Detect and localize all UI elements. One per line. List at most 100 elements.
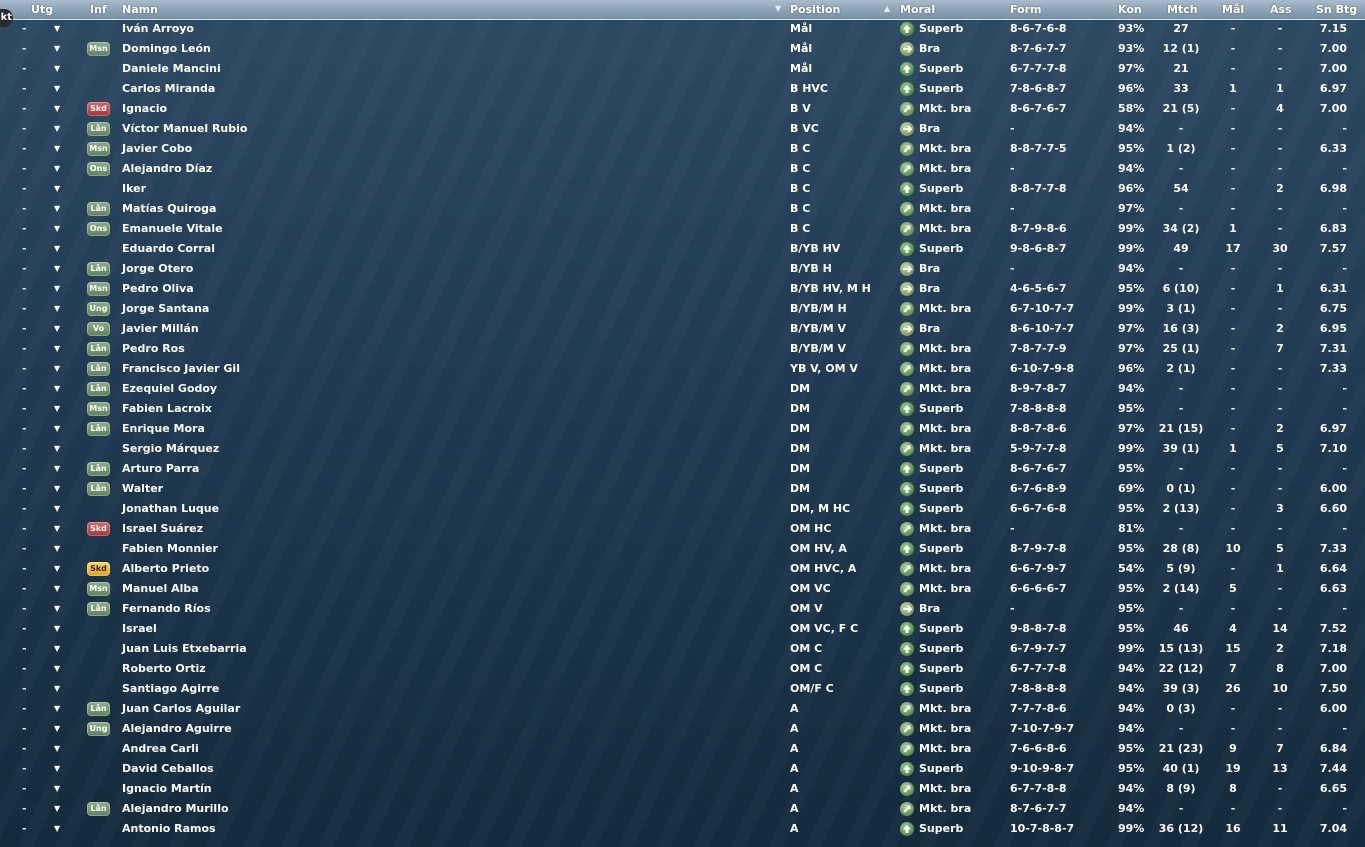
table-row[interactable]: - ▼ Msn Javier Cobo B C Mkt. bra 8-8-7-7-5 95% 1…: [0, 139, 1365, 159]
player-name[interactable]: Jorge Otero: [122, 259, 193, 279]
column-header-snbtg[interactable]: Sn Btg: [1316, 0, 1357, 19]
column-header-inf[interactable]: Inf: [90, 0, 107, 19]
info-badge[interactable]: Ung: [87, 722, 110, 736]
row-menu-dropdown-icon[interactable]: ▼: [54, 419, 60, 439]
table-row[interactable]: - ▼ Lån Víctor Manuel Rubio B VC Bra - 94% - - - -: [0, 119, 1365, 139]
table-row[interactable]: - ▼ Lån Ezequiel Godoy DM Mkt. bra 8-9-7-8-7 94…: [0, 379, 1365, 399]
row-menu-dropdown-icon[interactable]: ▼: [54, 219, 60, 239]
table-row[interactable]: - ▼ Lån Francisco Javier Gil YB V, OM V Mkt. …: [0, 359, 1365, 379]
table-row[interactable]: - ▼ Ung Alejandro Aguirre A Mkt. bra 7-10-7-9-…: [0, 719, 1365, 739]
table-row[interactable]: - ▼ Roberto Ortiz OM C Superb 6-7-7-7-8 94% 22 …: [0, 659, 1365, 679]
info-badge[interactable]: Lån: [87, 362, 110, 376]
table-row[interactable]: - ▼ Ons Emanuele Vitale B C Mkt. bra 8-7-9-8-6…: [0, 219, 1365, 239]
row-menu-dropdown-icon[interactable]: ▼: [54, 99, 60, 119]
table-row[interactable]: - ▼ Ung Jorge Santana B/YB/M H Mkt. bra 6-7-10…: [0, 299, 1365, 319]
table-row[interactable]: - ▼ Vo Javier Millán B/YB/M V Bra 8-6-10-7-7 97…: [0, 319, 1365, 339]
row-menu-dropdown-icon[interactable]: ▼: [54, 399, 60, 419]
row-menu-dropdown-icon[interactable]: ▼: [54, 619, 60, 639]
info-badge[interactable]: Lån: [87, 342, 110, 356]
row-menu-dropdown-icon[interactable]: ▼: [54, 239, 60, 259]
row-menu-dropdown-icon[interactable]: ▼: [54, 759, 60, 779]
player-name[interactable]: Eduardo Corral: [122, 239, 215, 259]
row-menu-dropdown-icon[interactable]: ▼: [54, 519, 60, 539]
table-row[interactable]: - ▼ Msn Domingo León Mål Bra 8-7-6-7-7 93% 12 (1…: [0, 39, 1365, 59]
row-menu-dropdown-icon[interactable]: ▼: [54, 19, 60, 39]
column-header-mtch[interactable]: Mtch: [1167, 0, 1198, 19]
row-menu-dropdown-icon[interactable]: ▼: [54, 639, 60, 659]
player-name[interactable]: Roberto Ortiz: [122, 659, 206, 679]
table-row[interactable]: - ▼ Skd Ignacio B V Mkt. bra 8-6-7-6-7 58% 21 (5…: [0, 99, 1365, 119]
row-menu-dropdown-icon[interactable]: ▼: [54, 459, 60, 479]
table-row[interactable]: - ▼ Msn Fabien Lacroix DM Superb 7-8-8-8-8 95% -…: [0, 399, 1365, 419]
player-name[interactable]: Pedro Ros: [122, 339, 185, 359]
table-row[interactable]: - ▼ Iker B C Superb 8-8-7-7-8 96% 54 - 2 6.98: [0, 179, 1365, 199]
row-menu-dropdown-icon[interactable]: ▼: [54, 259, 60, 279]
table-row[interactable]: - ▼ Antonio Ramos A Superb 10-7-8-8-7 99% 36 (1…: [0, 819, 1365, 839]
player-name[interactable]: Jonathan Luque: [122, 499, 219, 519]
player-name[interactable]: Iker: [122, 179, 146, 199]
table-row[interactable]: - ▼ Lån Pedro Ros B/YB/M V Mkt. bra 7-8-7-7-9 9…: [0, 339, 1365, 359]
table-row[interactable]: - ▼ Daniele Mancini Mål Superb 6-7-7-7-8 97% 21…: [0, 59, 1365, 79]
table-row[interactable]: - ▼ Fabien Monnier OM HV, A Superb 8-7-9-7-8 9…: [0, 539, 1365, 559]
info-badge[interactable]: Msn: [87, 282, 110, 296]
table-row[interactable]: - ▼ Skd Alberto Prieto OM HVC, A Mkt. bra 6-6-…: [0, 559, 1365, 579]
table-row[interactable]: - ▼ Juan Luis Etxebarria OM C Superb 6-7-9-7-…: [0, 639, 1365, 659]
column-header-kon[interactable]: Kon: [1118, 0, 1142, 19]
column-header-moral[interactable]: Moral: [900, 0, 935, 19]
player-name[interactable]: Francisco Javier Gil: [122, 359, 240, 379]
column-header-ass[interactable]: Ass: [1270, 0, 1292, 19]
table-row[interactable]: - ▼ Jonathan Luque DM, M HC Superb 6-6-7-6-8 9…: [0, 499, 1365, 519]
table-row[interactable]: - ▼ Carlos Miranda B HVC Superb 7-8-6-8-7 96% 3…: [0, 79, 1365, 99]
row-menu-dropdown-icon[interactable]: ▼: [54, 699, 60, 719]
player-name[interactable]: Emanuele Vitale: [122, 219, 223, 239]
table-row[interactable]: - ▼ Andrea Carli A Mkt. bra 7-6-6-8-6 95% 21 (2…: [0, 739, 1365, 759]
table-row[interactable]: - ▼ Skd Israel Suárez OM HC Mkt. bra - 81% - - - -: [0, 519, 1365, 539]
row-menu-dropdown-icon[interactable]: ▼: [54, 599, 60, 619]
player-name[interactable]: Alejandro Díaz: [122, 159, 212, 179]
player-name[interactable]: Carlos Miranda: [122, 79, 215, 99]
table-row[interactable]: - ▼ Sergio Márquez DM Mkt. bra 5-9-7-7-8 99% 39…: [0, 439, 1365, 459]
info-badge[interactable]: Lån: [87, 262, 110, 276]
row-menu-dropdown-icon[interactable]: ▼: [54, 799, 60, 819]
row-menu-dropdown-icon[interactable]: ▼: [54, 379, 60, 399]
row-menu-dropdown-icon[interactable]: ▼: [54, 499, 60, 519]
player-name[interactable]: Alejandro Murillo: [122, 799, 229, 819]
info-badge[interactable]: Msn: [87, 142, 110, 156]
player-name[interactable]: Fabien Lacroix: [122, 399, 212, 419]
row-menu-dropdown-icon[interactable]: ▼: [54, 119, 60, 139]
row-menu-dropdown-icon[interactable]: ▼: [54, 299, 60, 319]
row-menu-dropdown-icon[interactable]: ▼: [54, 359, 60, 379]
player-name[interactable]: Arturo Parra: [122, 459, 199, 479]
table-row[interactable]: - ▼ Lån Walter DM Superb 6-7-6-8-9 69% 0 (1) - - 6.…: [0, 479, 1365, 499]
row-menu-dropdown-icon[interactable]: ▼: [54, 319, 60, 339]
player-name[interactable]: David Ceballos: [122, 759, 214, 779]
player-name[interactable]: Juan Carlos Aguilar: [122, 699, 240, 719]
table-row[interactable]: - ▼ Lån Arturo Parra DM Superb 8-6-7-6-7 95% - - -…: [0, 459, 1365, 479]
table-row[interactable]: - ▼ Israel OM VC, F C Superb 9-8-8-7-8 95% 46 4 1…: [0, 619, 1365, 639]
player-name[interactable]: Sergio Márquez: [122, 439, 219, 459]
info-badge[interactable]: Lån: [87, 602, 110, 616]
table-row[interactable]: - ▼ Eduardo Corral B/YB HV Superb 9-8-6-8-7 99…: [0, 239, 1365, 259]
player-name[interactable]: Matías Quiroga: [122, 199, 216, 219]
player-name[interactable]: Juan Luis Etxebarria: [122, 639, 247, 659]
table-row[interactable]: - ▼ Lån Matías Quiroga B C Mkt. bra - 97% - - - -: [0, 199, 1365, 219]
player-name[interactable]: Ignacio Martín: [122, 779, 212, 799]
table-row[interactable]: - ▼ Santiago Agirre OM/F C Superb 7-8-8-8-8 94…: [0, 679, 1365, 699]
info-badge[interactable]: Lån: [87, 122, 110, 136]
info-badge[interactable]: Skd: [87, 562, 110, 576]
info-badge[interactable]: Ung: [87, 302, 110, 316]
player-name[interactable]: Alberto Prieto: [122, 559, 209, 579]
info-badge[interactable]: Lån: [87, 202, 110, 216]
row-menu-dropdown-icon[interactable]: ▼: [54, 559, 60, 579]
player-name[interactable]: Santiago Agirre: [122, 679, 219, 699]
player-name[interactable]: Jorge Santana: [122, 299, 209, 319]
info-badge[interactable]: Msn: [87, 402, 110, 416]
row-menu-dropdown-icon[interactable]: ▼: [54, 539, 60, 559]
player-name[interactable]: Víctor Manuel Rubio: [122, 119, 247, 139]
info-badge[interactable]: Lån: [87, 462, 110, 476]
row-menu-dropdown-icon[interactable]: ▼: [54, 439, 60, 459]
row-menu-dropdown-icon[interactable]: ▼: [54, 79, 60, 99]
table-row[interactable]: - ▼ Iván Arroyo Mål Superb 8-6-7-6-8 93% 27 - - 7.…: [0, 19, 1365, 39]
player-name[interactable]: Andrea Carli: [122, 739, 199, 759]
row-menu-dropdown-icon[interactable]: ▼: [54, 719, 60, 739]
